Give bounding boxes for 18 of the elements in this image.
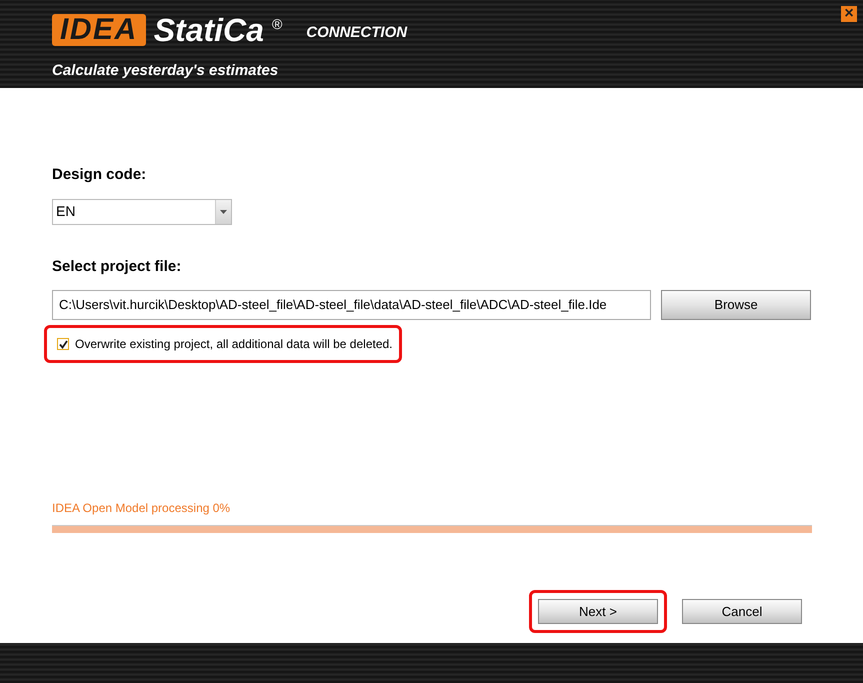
caret-icon — [220, 210, 227, 214]
project-file-label: Select project file: — [52, 256, 182, 276]
overwrite-checkbox-row[interactable]: Overwrite existing project, all additional data will be deleted. — [44, 325, 402, 363]
dialog-button[interactable]: Next > — [538, 599, 658, 624]
logo-name: StatiCa — [154, 14, 264, 46]
tagline: Calculate yesterday's estimates — [52, 61, 278, 81]
product-name: CONNECTION — [306, 22, 408, 42]
overwrite-label: Overwrite existing project, all additional data will be deleted. — [75, 336, 393, 353]
project-file-field[interactable]: C:\Users\vit.hurcik\Desktop\AD-steel_file\AD-steel_file\data\AD-steel_file\ADC\AD-steel_file.Ide — [52, 290, 652, 320]
dialog-button[interactable]: Cancel — [682, 599, 802, 624]
browse-button[interactable]: Browse — [661, 290, 811, 320]
registered-mark: ® — [272, 15, 282, 34]
overwrite-checkbox[interactable] — [57, 338, 69, 350]
logo-mark: IDEA — [52, 14, 146, 46]
progress-label: IDEA Open Model processing 0% — [52, 500, 232, 517]
design-code-dropdown[interactable]: EN — [52, 198, 232, 224]
close-button[interactable]: × — [841, 6, 857, 22]
design-code-label: Design code: — [52, 165, 148, 185]
